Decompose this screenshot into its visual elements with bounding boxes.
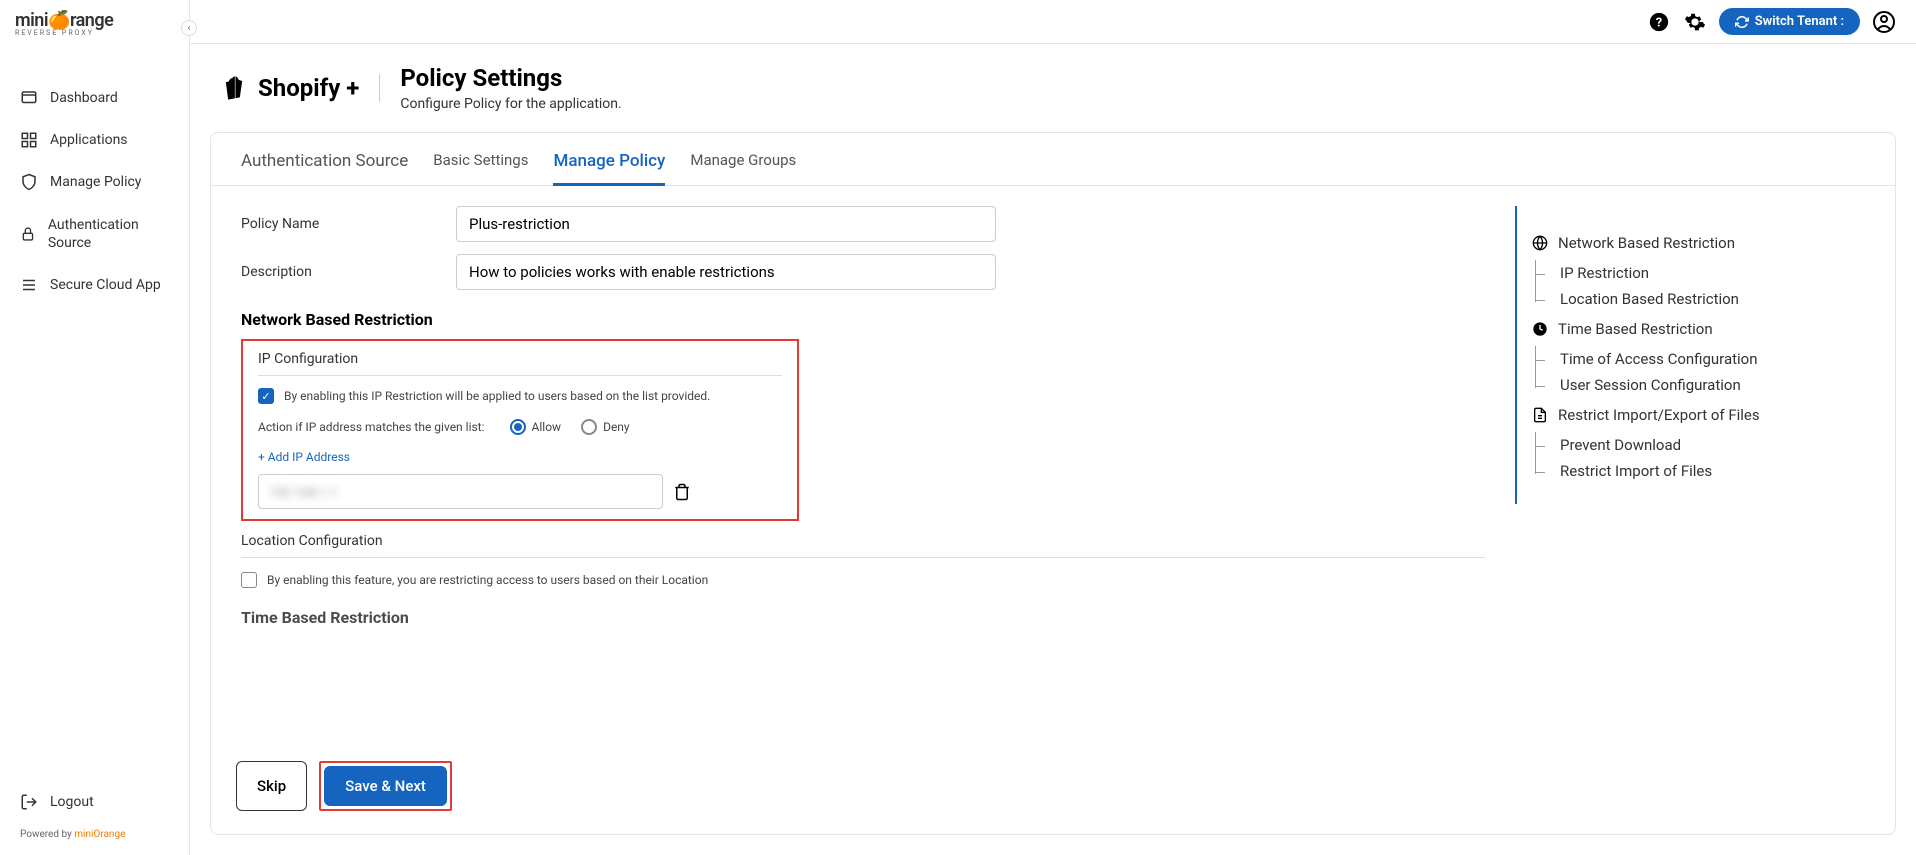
tabs: Authentication Source Basic Settings Man… (211, 133, 1895, 186)
settings-icon[interactable] (1683, 10, 1707, 34)
ip-enable-checkbox[interactable]: ✓ (258, 388, 274, 404)
globe-icon (1532, 235, 1548, 251)
shield-icon (20, 173, 38, 191)
save-next-button[interactable]: Save & Next (324, 766, 447, 806)
side-nav-ip-restriction[interactable]: IP Restriction (1545, 260, 1875, 286)
side-nav: Network Based Restriction IP Restriction… (1515, 206, 1895, 504)
app-name: Shopify + (258, 74, 359, 102)
logout-button[interactable]: Logout (20, 785, 169, 819)
account-icon[interactable] (1872, 10, 1896, 34)
save-next-highlight: Save & Next (319, 761, 452, 811)
side-nav-import-export[interactable]: Restrict Import/Export of Files (1517, 398, 1875, 432)
sidebar-item-manage-policy[interactable]: Manage Policy (0, 161, 189, 203)
description-input[interactable] (456, 254, 996, 290)
logout-icon (20, 793, 38, 811)
page-subtitle: Configure Policy for the application. (400, 96, 621, 112)
side-nav-restrict-import[interactable]: Restrict Import of Files (1545, 458, 1875, 484)
form-main: Policy Name Description Network Based Re… (211, 186, 1515, 834)
ip-address-input[interactable]: 192.168.1.1 (258, 474, 663, 509)
add-ip-link[interactable]: + Add IP Address (258, 450, 782, 464)
delete-ip-icon[interactable] (673, 483, 691, 501)
logo: mini🍊range REVERSE PROXY (0, 0, 189, 47)
main: ? Switch Tenant : Shopify + Policy Setti… (190, 0, 1916, 855)
lock-icon (20, 225, 36, 243)
ip-config-title: IP Configuration (258, 351, 782, 376)
shopify-icon (220, 74, 248, 102)
tab-basic-settings[interactable]: Basic Settings (433, 151, 528, 186)
radio-allow[interactable]: Allow (510, 419, 562, 435)
ip-enable-text: By enabling this IP Restriction will be … (284, 389, 710, 403)
side-nav-user-session[interactable]: User Session Configuration (1545, 372, 1875, 398)
page-title: Policy Settings (400, 64, 621, 92)
logo-subtitle: REVERSE PROXY (15, 29, 113, 37)
collapse-sidebar-button[interactable]: ‹ (181, 20, 197, 36)
svg-text:?: ? (1656, 15, 1662, 30)
sidebar: mini🍊range REVERSE PROXY ‹ Dashboard App… (0, 0, 190, 855)
app-title: Shopify + (220, 74, 380, 102)
powered-link[interactable]: miniOrange (74, 829, 125, 840)
applications-icon (20, 131, 38, 149)
topbar: ? Switch Tenant : (190, 0, 1916, 44)
description-label: Description (241, 264, 456, 280)
time-section-title: Time Based Restriction (241, 608, 1485, 627)
footer-buttons: Skip Save & Next (231, 756, 457, 816)
sidebar-item-auth-source[interactable]: Authentication Source (0, 204, 189, 264)
radio-deny[interactable]: Deny (581, 419, 630, 435)
refresh-icon (1735, 15, 1749, 29)
action-label: Action if IP address matches the given l… (258, 420, 485, 434)
side-nav-network[interactable]: Network Based Restriction (1517, 226, 1875, 260)
tab-auth-source[interactable]: Authentication Source (241, 151, 408, 186)
skip-button[interactable]: Skip (236, 761, 307, 811)
page-header: Shopify + Policy Settings Configure Poli… (190, 44, 1916, 132)
switch-tenant-button[interactable]: Switch Tenant : (1719, 8, 1860, 35)
logo-part1: mini (15, 10, 48, 31)
location-enable-text: By enabling this feature, you are restri… (267, 573, 708, 587)
sidebar-item-dashboard[interactable]: Dashboard (0, 77, 189, 119)
tab-manage-policy[interactable]: Manage Policy (553, 151, 665, 186)
side-nav-location-restriction[interactable]: Location Based Restriction (1545, 286, 1875, 312)
policy-name-input[interactable] (456, 206, 996, 242)
location-config-title: Location Configuration (241, 533, 1485, 558)
sidebar-footer: Logout Powered by miniOrange (0, 770, 189, 855)
sidebar-item-applications[interactable]: Applications (0, 119, 189, 161)
file-icon (1532, 407, 1548, 423)
location-enable-checkbox[interactable] (241, 572, 257, 588)
tab-manage-groups[interactable]: Manage Groups (690, 151, 796, 186)
policy-name-label: Policy Name (241, 216, 456, 232)
clock-icon (1532, 321, 1548, 337)
dashboard-icon (20, 89, 38, 107)
side-nav-time-access[interactable]: Time of Access Configuration (1545, 346, 1875, 372)
network-section-title: Network Based Restriction (241, 310, 1485, 329)
list-icon (20, 276, 38, 294)
side-nav-time[interactable]: Time Based Restriction (1517, 312, 1875, 346)
help-icon[interactable]: ? (1647, 10, 1671, 34)
powered-by: Powered by miniOrange (20, 829, 169, 840)
logo-part2: range (70, 10, 113, 31)
ip-config-highlight: IP Configuration ✓ By enabling this IP R… (241, 339, 799, 521)
sidebar-item-secure-cloud[interactable]: Secure Cloud App (0, 264, 189, 306)
sidebar-nav: Dashboard Applications Manage Policy Aut… (0, 47, 189, 770)
content-card: Authentication Source Basic Settings Man… (210, 132, 1896, 835)
side-nav-prevent-download[interactable]: Prevent Download (1545, 432, 1875, 458)
